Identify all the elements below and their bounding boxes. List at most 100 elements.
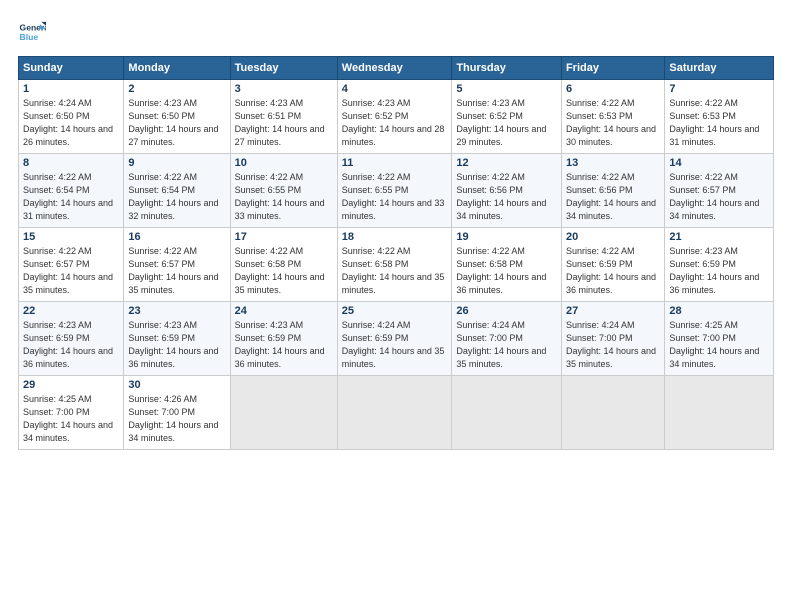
table-row: 9 Sunrise: 4:22 AMSunset: 6:54 PMDaylight… [124, 154, 230, 228]
day-number: 30 [128, 379, 225, 391]
table-row: 21 Sunrise: 4:23 AMSunset: 6:59 PMDayligh… [665, 228, 774, 302]
day-info: Sunrise: 4:22 AMSunset: 6:56 PMDaylight:… [566, 172, 656, 221]
table-row: 1Sunrise: 4:24 AMSunset: 6:50 PMDaylight… [19, 80, 124, 154]
day-info: Sunrise: 4:22 AMSunset: 6:58 PMDaylight:… [235, 246, 325, 295]
day-number: 28 [669, 305, 769, 317]
table-row: 3 Sunrise: 4:23 AMSunset: 6:51 PMDaylight… [230, 80, 337, 154]
table-row: 6 Sunrise: 4:22 AMSunset: 6:53 PMDaylight… [561, 80, 664, 154]
day-info: Sunrise: 4:26 AMSunset: 7:00 PMDaylight:… [128, 394, 218, 443]
table-row [452, 376, 562, 450]
header: General Blue [18, 18, 774, 46]
col-wednesday: Wednesday [337, 57, 452, 80]
day-number: 15 [23, 231, 119, 243]
col-tuesday: Tuesday [230, 57, 337, 80]
calendar-week-row: 15 Sunrise: 4:22 AMSunset: 6:57 PMDayligh… [19, 228, 774, 302]
col-saturday: Saturday [665, 57, 774, 80]
table-row: 20 Sunrise: 4:22 AMSunset: 6:59 PMDayligh… [561, 228, 664, 302]
table-row: 22Sunrise: 4:23 AMSunset: 6:59 PMDayligh… [19, 302, 124, 376]
day-info: Sunrise: 4:23 AMSunset: 6:52 PMDaylight:… [456, 98, 546, 147]
day-info: Sunrise: 4:24 AMSunset: 7:00 PMDaylight:… [566, 320, 656, 369]
day-number: 4 [342, 83, 448, 95]
col-sunday: Sunday [19, 57, 124, 80]
table-row: 24Sunrise: 4:23 AMSunset: 6:59 PMDayligh… [230, 302, 337, 376]
table-row [665, 376, 774, 450]
day-info: Sunrise: 4:25 AMSunset: 7:00 PMDaylight:… [23, 394, 113, 443]
calendar-page: General Blue Sunday Monday Tuesday Wedne… [0, 0, 792, 612]
day-number: 16 [128, 231, 225, 243]
day-info: Sunrise: 4:22 AMSunset: 6:58 PMDaylight:… [342, 246, 445, 295]
day-number: 5 [456, 83, 557, 95]
table-row: 23Sunrise: 4:23 AMSunset: 6:59 PMDayligh… [124, 302, 230, 376]
table-row: 4 Sunrise: 4:23 AMSunset: 6:52 PMDaylight… [337, 80, 452, 154]
day-info: Sunrise: 4:22 AMSunset: 6:57 PMDaylight:… [128, 246, 218, 295]
day-info: Sunrise: 4:22 AMSunset: 6:55 PMDaylight:… [342, 172, 445, 221]
day-info: Sunrise: 4:22 AMSunset: 6:53 PMDaylight:… [566, 98, 656, 147]
day-info: Sunrise: 4:22 AMSunset: 6:53 PMDaylight:… [669, 98, 759, 147]
calendar-week-row: 8 Sunrise: 4:22 AMSunset: 6:54 PMDaylight… [19, 154, 774, 228]
table-row: 11 Sunrise: 4:22 AMSunset: 6:55 PMDayligh… [337, 154, 452, 228]
table-row: 29 Sunrise: 4:25 AMSunset: 7:00 PMDayligh… [19, 376, 124, 450]
table-row: 17 Sunrise: 4:22 AMSunset: 6:58 PMDayligh… [230, 228, 337, 302]
day-number: 17 [235, 231, 333, 243]
table-row: 28 Sunrise: 4:25 AMSunset: 7:00 PMDayligh… [665, 302, 774, 376]
day-number: 12 [456, 157, 557, 169]
calendar-week-row: 1Sunrise: 4:24 AMSunset: 6:50 PMDaylight… [19, 80, 774, 154]
day-info: Sunrise: 4:22 AMSunset: 6:57 PMDaylight:… [669, 172, 759, 221]
day-info: Sunrise: 4:23 AMSunset: 6:59 PMDaylight:… [669, 246, 759, 295]
table-row [230, 376, 337, 450]
day-info: Sunrise: 4:23 AMSunset: 6:59 PMDaylight:… [128, 320, 218, 369]
table-row: 13 Sunrise: 4:22 AMSunset: 6:56 PMDayligh… [561, 154, 664, 228]
table-row: 19 Sunrise: 4:22 AMSunset: 6:58 PMDayligh… [452, 228, 562, 302]
day-info: Sunrise: 4:23 AMSunset: 6:59 PMDaylight:… [235, 320, 325, 369]
day-number: 9 [128, 157, 225, 169]
table-row: 16 Sunrise: 4:22 AMSunset: 6:57 PMDayligh… [124, 228, 230, 302]
day-number: 1 [23, 83, 119, 95]
svg-text:Blue: Blue [20, 32, 39, 42]
day-info: Sunrise: 4:22 AMSunset: 6:54 PMDaylight:… [128, 172, 218, 221]
day-number: 18 [342, 231, 448, 243]
day-info: Sunrise: 4:24 AMSunset: 7:00 PMDaylight:… [456, 320, 546, 369]
day-info: Sunrise: 4:25 AMSunset: 7:00 PMDaylight:… [669, 320, 759, 369]
day-number: 19 [456, 231, 557, 243]
col-friday: Friday [561, 57, 664, 80]
day-number: 11 [342, 157, 448, 169]
day-number: 29 [23, 379, 119, 391]
day-number: 27 [566, 305, 660, 317]
table-row: 27 Sunrise: 4:24 AMSunset: 7:00 PMDayligh… [561, 302, 664, 376]
day-info: Sunrise: 4:22 AMSunset: 6:55 PMDaylight:… [235, 172, 325, 221]
calendar-header-row: Sunday Monday Tuesday Wednesday Thursday… [19, 57, 774, 80]
table-row: 30 Sunrise: 4:26 AMSunset: 7:00 PMDayligh… [124, 376, 230, 450]
day-info: Sunrise: 4:22 AMSunset: 6:54 PMDaylight:… [23, 172, 113, 221]
table-row: 18 Sunrise: 4:22 AMSunset: 6:58 PMDayligh… [337, 228, 452, 302]
table-row: 8 Sunrise: 4:22 AMSunset: 6:54 PMDaylight… [19, 154, 124, 228]
day-info: Sunrise: 4:23 AMSunset: 6:51 PMDaylight:… [235, 98, 325, 147]
table-row: 14Sunrise: 4:22 AMSunset: 6:57 PMDayligh… [665, 154, 774, 228]
day-info: Sunrise: 4:23 AMSunset: 6:50 PMDaylight:… [128, 98, 218, 147]
table-row: 5 Sunrise: 4:23 AMSunset: 6:52 PMDaylight… [452, 80, 562, 154]
table-row: 15Sunrise: 4:22 AMSunset: 6:57 PMDayligh… [19, 228, 124, 302]
col-thursday: Thursday [452, 57, 562, 80]
day-number: 8 [23, 157, 119, 169]
table-row [337, 376, 452, 450]
day-number: 7 [669, 83, 769, 95]
day-number: 2 [128, 83, 225, 95]
day-info: Sunrise: 4:22 AMSunset: 6:59 PMDaylight:… [566, 246, 656, 295]
calendar-table: Sunday Monday Tuesday Wednesday Thursday… [18, 56, 774, 450]
day-number: 20 [566, 231, 660, 243]
table-row: 10 Sunrise: 4:22 AMSunset: 6:55 PMDayligh… [230, 154, 337, 228]
calendar-week-row: 22Sunrise: 4:23 AMSunset: 6:59 PMDayligh… [19, 302, 774, 376]
day-info: Sunrise: 4:22 AMSunset: 6:56 PMDaylight:… [456, 172, 546, 221]
day-info: Sunrise: 4:22 AMSunset: 6:58 PMDaylight:… [456, 246, 546, 295]
logo-icon: General Blue [18, 18, 46, 46]
day-number: 26 [456, 305, 557, 317]
day-number: 10 [235, 157, 333, 169]
table-row: 12 Sunrise: 4:22 AMSunset: 6:56 PMDayligh… [452, 154, 562, 228]
table-row [561, 376, 664, 450]
day-number: 13 [566, 157, 660, 169]
day-info: Sunrise: 4:23 AMSunset: 6:52 PMDaylight:… [342, 98, 445, 147]
col-monday: Monday [124, 57, 230, 80]
day-info: Sunrise: 4:24 AMSunset: 6:59 PMDaylight:… [342, 320, 445, 369]
day-number: 3 [235, 83, 333, 95]
day-number: 6 [566, 83, 660, 95]
day-number: 21 [669, 231, 769, 243]
